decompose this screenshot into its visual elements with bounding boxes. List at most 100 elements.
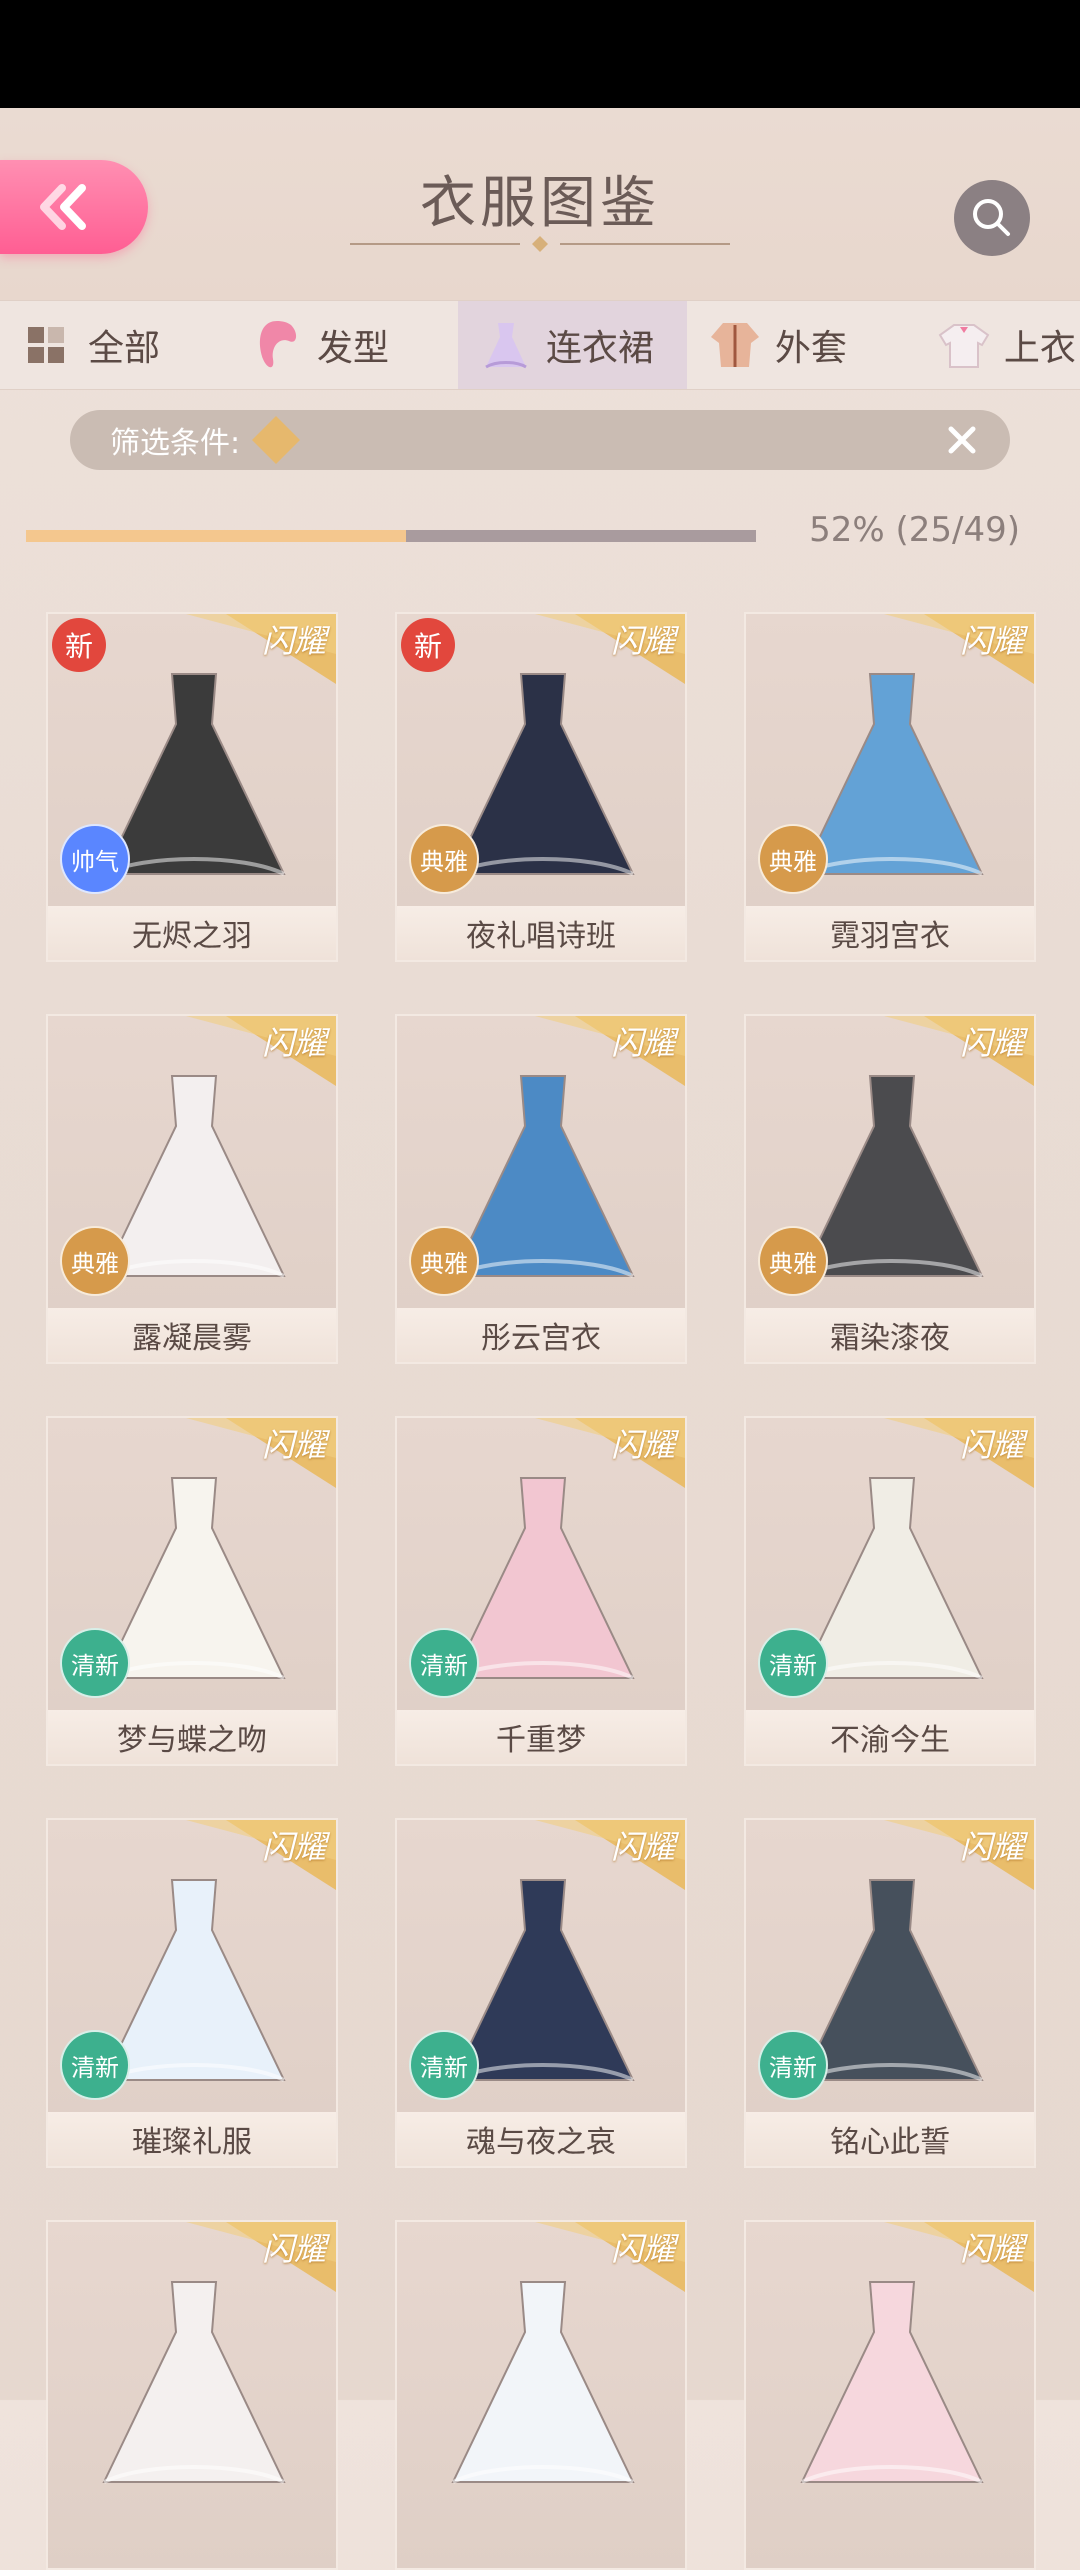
new-badge: 新 <box>401 618 455 672</box>
style-badge: 典雅 <box>60 1226 130 1296</box>
outfit-card[interactable]: 闪耀清新铭心此誓 <box>744 1818 1036 2168</box>
outfit-card[interactable]: 闪耀 <box>744 2220 1036 2570</box>
dress-illustration <box>800 2281 984 2484</box>
progress-fill <box>26 530 406 542</box>
dress-illustration <box>102 2281 286 2484</box>
ribbon-text: 闪耀 <box>959 622 1024 660</box>
style-badge: 典雅 <box>409 824 479 894</box>
outfit-name: 魂与夜之哀 <box>397 2112 685 2166</box>
new-badge: 新 <box>52 618 106 672</box>
dress-icon <box>485 323 527 369</box>
outfit-name: 霜染漆夜 <box>746 1308 1034 1362</box>
outfit-card[interactable]: 闪耀典雅霓羽宫衣 <box>744 612 1036 962</box>
ribbon-text: 闪耀 <box>959 2230 1024 2268</box>
ribbon-text: 闪耀 <box>610 1828 675 1866</box>
header: 衣服图鉴 <box>0 108 1080 300</box>
diamond-tag-icon <box>252 416 301 464</box>
ribbon-text: 闪耀 <box>261 1426 326 1464</box>
tab-dress[interactable]: 连衣裙 <box>457 301 687 389</box>
ribbon-text: 闪耀 <box>610 1426 675 1464</box>
collection-progress-bar <box>26 530 756 542</box>
close-icon <box>948 426 976 454</box>
outfit-card[interactable]: 闪耀 <box>395 2220 687 2570</box>
style-badge: 帅气 <box>60 824 130 894</box>
ribbon-text: 闪耀 <box>959 1024 1024 1062</box>
tab-coat[interactable]: 外套 <box>687 301 916 389</box>
outfit-name: 彤云宫衣 <box>397 1308 685 1362</box>
outfit-card[interactable]: 闪耀 <box>46 2220 338 2570</box>
style-badge: 清新 <box>409 1628 479 1698</box>
shine-ribbon: 闪耀 <box>884 1418 1034 1488</box>
style-badge: 清新 <box>758 2030 828 2100</box>
shine-ribbon: 闪耀 <box>186 1820 336 1890</box>
outfit-card[interactable]: 闪耀清新魂与夜之哀 <box>395 1818 687 2168</box>
ribbon-text: 闪耀 <box>610 2230 675 2268</box>
style-badge: 典雅 <box>758 1226 828 1296</box>
search-icon <box>973 199 1010 236</box>
tab-top[interactable]: 上衣 <box>916 301 1080 389</box>
outfit-name: 千重梦 <box>397 1710 685 1764</box>
outfit-name: 霓羽宫衣 <box>746 906 1034 960</box>
filter-tag[interactable] <box>250 414 302 466</box>
dress-illustration <box>451 2281 635 2484</box>
style-badge: 清新 <box>758 1628 828 1698</box>
outfit-card[interactable]: 闪耀 新帅气无烬之羽 <box>46 612 338 962</box>
ribbon-text: 闪耀 <box>959 1426 1024 1464</box>
outfit-card[interactable]: 闪耀典雅霜染漆夜 <box>744 1014 1036 1364</box>
shine-ribbon: 闪耀 <box>535 1820 685 1890</box>
outfit-name: 璀璨礼服 <box>48 2112 336 2166</box>
category-tabs: 全部 发型 连衣裙 外套 上衣 <box>0 300 1080 390</box>
outfit-name: 无烬之羽 <box>48 906 336 960</box>
ribbon-text: 闪耀 <box>610 622 675 660</box>
style-badge: 清新 <box>409 2030 479 2100</box>
top-icon <box>938 324 990 368</box>
ribbon-text: 闪耀 <box>610 1024 675 1062</box>
shine-ribbon: 闪耀 <box>535 1016 685 1086</box>
filter-clear-button[interactable] <box>946 424 978 456</box>
search-button[interactable] <box>954 180 1030 256</box>
filter-label: 筛选条件: <box>110 426 241 461</box>
outfit-card[interactable]: 闪耀清新不渝今生 <box>744 1416 1036 1766</box>
ribbon-text: 闪耀 <box>261 622 326 660</box>
outfit-name: 露凝晨雾 <box>48 1308 336 1362</box>
shine-ribbon: 闪耀 <box>535 1418 685 1488</box>
progress-text: 52% (25/49) <box>809 510 1020 550</box>
ribbon-text: 闪耀 <box>959 1828 1024 1866</box>
page-title: 衣服图鉴 <box>420 171 660 236</box>
grid-icon <box>28 327 64 363</box>
outfit-name: 不渝今生 <box>746 1710 1034 1764</box>
shine-ribbon: 闪耀 <box>186 1418 336 1488</box>
ribbon-text: 闪耀 <box>261 1024 326 1062</box>
shine-ribbon: 闪耀 <box>186 614 336 684</box>
shine-ribbon: 闪耀 <box>186 2222 336 2292</box>
outfit-card[interactable]: 闪耀典雅彤云宫衣 <box>395 1014 687 1364</box>
coat-icon <box>710 323 759 367</box>
style-badge: 典雅 <box>758 824 828 894</box>
outfit-card[interactable]: 闪耀典雅露凝晨雾 <box>46 1014 338 1364</box>
outfit-card[interactable]: 闪耀清新璀璨礼服 <box>46 1818 338 2168</box>
hair-icon <box>259 321 297 368</box>
outfit-card[interactable]: 闪耀 清新 梦与蝶之吻 <box>46 1416 338 1766</box>
style-badge: 典雅 <box>409 1226 479 1296</box>
shine-ribbon: 闪耀 <box>884 1016 1034 1086</box>
shine-ribbon: 闪耀 <box>535 2222 685 2292</box>
shine-ribbon: 闪耀 <box>186 1016 336 1086</box>
tab-label: 外套 <box>774 328 847 369</box>
tab-label: 发型 <box>316 328 389 369</box>
tab-label: 连衣裙 <box>545 328 654 369</box>
tab-hair[interactable]: 发型 <box>229 301 458 389</box>
shine-ribbon: 闪耀 <box>535 614 685 684</box>
shine-ribbon: 闪耀 <box>884 2222 1034 2292</box>
tab-all[interactable]: 全部 <box>0 301 229 389</box>
outfit-name: 铭心此誓 <box>746 2112 1034 2166</box>
title-ornament <box>350 236 730 252</box>
filter-bar: 筛选条件: <box>70 410 1010 470</box>
outfit-name: 夜礼唱诗班 <box>397 906 685 960</box>
outfit-card[interactable]: 闪耀清新千重梦 <box>395 1416 687 1766</box>
ribbon-text: 闪耀 <box>261 2230 326 2268</box>
style-badge: 清新 <box>60 1628 130 1698</box>
ribbon-text: 闪耀 <box>261 1828 326 1866</box>
outfit-card[interactable]: 闪耀 新典雅夜礼唱诗班 <box>395 612 687 962</box>
style-badge: 清新 <box>60 2030 130 2100</box>
tab-label: 上衣 <box>1003 328 1076 369</box>
